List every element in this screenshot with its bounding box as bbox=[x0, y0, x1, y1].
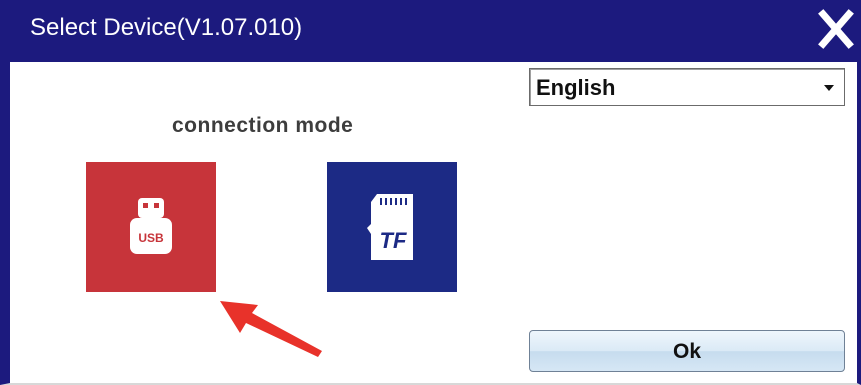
language-select-value: English bbox=[536, 75, 616, 100]
tf-card-mode-button[interactable]: TF bbox=[327, 162, 457, 292]
close-button[interactable] bbox=[815, 6, 857, 52]
sd-card-icon: TF bbox=[367, 194, 413, 260]
window-title: Select Device(V1.07.010) bbox=[30, 14, 303, 41]
tf-icon-text: TF bbox=[380, 228, 407, 253]
title-bar: Select Device(V1.07.010) bbox=[0, 0, 861, 62]
ok-button[interactable]: Ok bbox=[529, 330, 845, 372]
usb-drive-icon: USB bbox=[130, 198, 172, 254]
ok-button-label: Ok bbox=[672, 340, 701, 363]
language-select[interactable]: English bbox=[529, 68, 845, 106]
close-icon bbox=[818, 9, 854, 49]
usb-mode-button[interactable]: USB bbox=[86, 162, 216, 292]
chevron-down-icon bbox=[824, 85, 834, 91]
connection-mode-label: connection mode bbox=[172, 114, 354, 137]
usb-icon-text: USB bbox=[138, 231, 164, 245]
annotation-arrow-icon bbox=[220, 301, 322, 357]
